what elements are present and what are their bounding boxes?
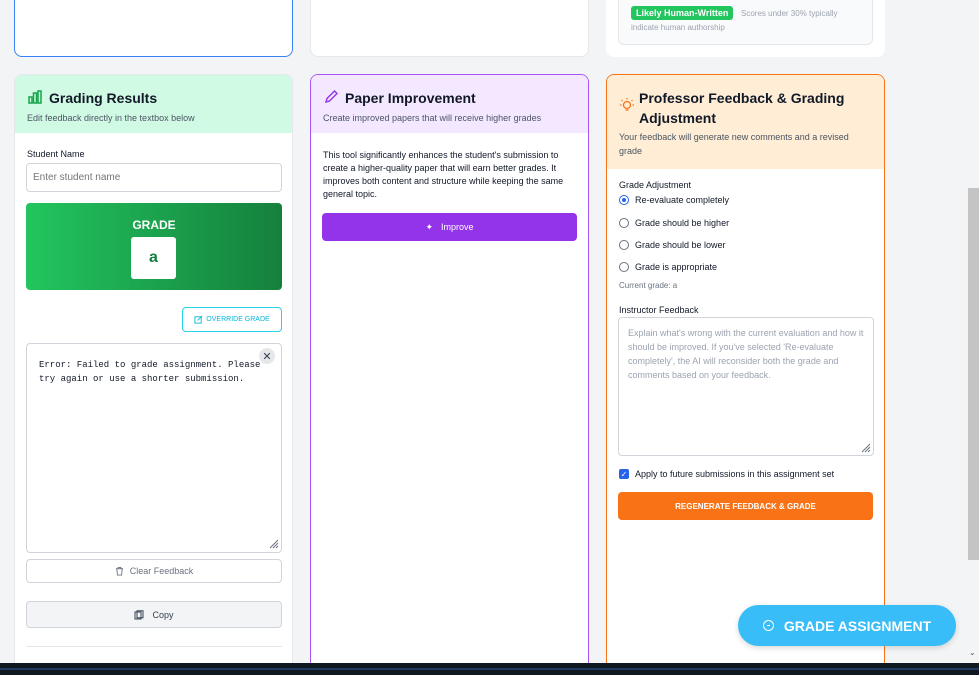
instructor-placeholder: Explain what's wrong with the current ev…	[628, 328, 864, 380]
feedback-text: Error: Failed to grade assignment. Pleas…	[39, 360, 261, 384]
top-card-middle	[310, 0, 589, 57]
grading-subtitle: Edit feedback directly in the textbox be…	[27, 113, 195, 123]
professor-subtitle-line2: grade	[619, 146, 643, 156]
radio-lower-label: Grade should be lower	[635, 240, 726, 250]
current-grade-text: Current grade: a	[619, 281, 678, 290]
checkbox-checked-icon[interactable]: ✓	[619, 469, 629, 479]
copy-button[interactable]: Copy	[26, 601, 282, 628]
grading-results-card: Grading Results Edit feedback directly i…	[14, 74, 293, 675]
apply-future-checkbox-row[interactable]: ✓ Apply to future submissions in this as…	[619, 469, 834, 479]
instructor-feedback-textarea[interactable]: Explain what's wrong with the current ev…	[618, 317, 874, 456]
clear-feedback-label: Clear Feedback	[129, 566, 194, 576]
radio-reevaluate[interactable]: Re-evaluate completely	[619, 195, 729, 205]
radio-reevaluate-label: Re-evaluate completely	[635, 195, 730, 205]
top-card-left	[14, 0, 293, 57]
professor-feedback-card: Professor Feedback & Grading Adjustment …	[606, 74, 885, 675]
section-divider	[26, 646, 282, 647]
radio-lower[interactable]: Grade should be lower	[619, 240, 726, 250]
radio-higher[interactable]: Grade should be higher	[619, 218, 729, 228]
professor-header: Professor Feedback & Grading Adjustment …	[607, 75, 884, 169]
grade-assignment-label: GRADE ASSIGNMENT	[783, 617, 932, 634]
grading-title: Grading Results	[49, 90, 158, 106]
bar-chart-icon	[28, 90, 42, 104]
resize-handle-icon[interactable]	[859, 441, 871, 453]
student-name-input[interactable]	[26, 163, 282, 192]
improve-label: Improve	[441, 222, 474, 232]
improve-description: This tool significantly enhances the stu…	[323, 150, 564, 199]
minus-circle-icon	[762, 620, 774, 631]
feedback-textarea[interactable]: Error: Failed to grade assignment. Pleas…	[26, 343, 282, 553]
override-grade-label: OVERRIDE GRADE	[206, 316, 270, 323]
radio-appropriate-label: Grade is appropriate	[635, 262, 718, 272]
improve-header: Paper Improvement Create improved papers…	[311, 75, 588, 133]
resize-handle-icon[interactable]	[267, 537, 279, 549]
likely-human-badge: Likely Human-Written	[631, 6, 734, 20]
radio-indicator[interactable]	[619, 262, 629, 272]
ai-detection-box: Likely Human-Written Scores under 30% ty…	[618, 0, 873, 45]
sparkle-icon: ✦	[425, 221, 434, 232]
radio-higher-label: Grade should be higher	[635, 218, 730, 228]
radio-indicator[interactable]	[619, 218, 629, 228]
copy-label: Copy	[152, 609, 174, 620]
student-name-label: Student Name	[27, 149, 85, 159]
grade-heading: GRADE	[132, 218, 176, 232]
copy-icon	[134, 609, 144, 619]
radio-indicator[interactable]	[619, 195, 629, 205]
apply-future-label: Apply to future submissions in this assi…	[635, 469, 835, 479]
improve-title: Paper Improvement	[345, 90, 476, 106]
grade-banner: GRADE a	[26, 203, 282, 290]
instructor-feedback-label: Instructor Feedback	[619, 305, 699, 315]
regenerate-button[interactable]: REGENERATE FEEDBACK & GRADE	[618, 492, 873, 520]
close-icon[interactable]: ✕	[259, 348, 275, 364]
radio-indicator[interactable]	[619, 240, 629, 250]
grade-value: a	[131, 237, 176, 279]
professor-subtitle-line1: Your feedback will generate new comments…	[619, 132, 849, 142]
scroll-down-icon[interactable]: ⌄	[969, 648, 976, 657]
ai-note-line1: Scores under 30% typically	[741, 9, 838, 18]
grade-assignment-button[interactable]: GRADE ASSIGNMENT	[738, 605, 956, 646]
improve-button[interactable]: ✦ Improve	[322, 213, 577, 241]
professor-title-line2: Adjustment	[639, 110, 716, 126]
pencil-icon	[324, 90, 338, 104]
grade-adjustment-label: Grade Adjustment	[619, 180, 692, 190]
ai-note-line2: indicate human authorship	[631, 23, 725, 32]
grading-header: Grading Results Edit feedback directly i…	[15, 75, 292, 133]
paper-improvement-card: Paper Improvement Create improved papers…	[310, 74, 589, 675]
lightbulb-icon	[620, 98, 634, 111]
improve-subtitle: Create improved papers that will receive…	[323, 113, 542, 123]
trash-icon	[115, 566, 123, 576]
professor-title-line1: Professor Feedback & Grading	[639, 90, 845, 106]
radio-appropriate[interactable]: Grade is appropriate	[619, 262, 717, 272]
top-card-right: Likely Human-Written Scores under 30% ty…	[606, 0, 885, 57]
scrollbar-thumb[interactable]	[968, 188, 979, 560]
taskbar-accent-line	[0, 668, 979, 670]
clear-feedback-button[interactable]: Clear Feedback	[26, 559, 282, 583]
override-grade-button[interactable]: OVERRIDE GRADE	[182, 307, 282, 332]
edit-icon	[194, 315, 203, 324]
